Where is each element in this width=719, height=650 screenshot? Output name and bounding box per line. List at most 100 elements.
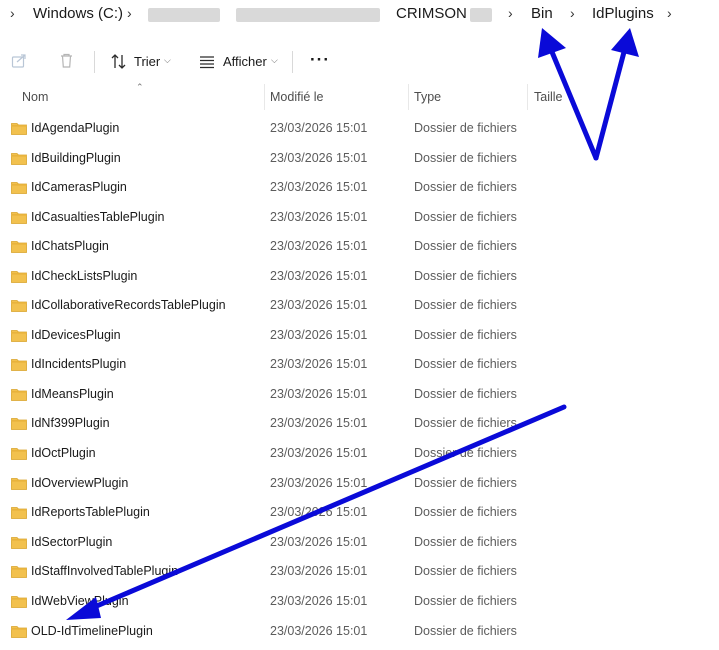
file-name[interactable]: IdCheckListsPlugin	[31, 269, 137, 283]
folder-icon	[11, 300, 27, 312]
file-modified: 23/03/2026 15:01	[270, 239, 368, 253]
file-name[interactable]: IdDevicesPlugin	[31, 328, 121, 342]
chevron-down-icon[interactable]: ⌵	[271, 55, 278, 66]
file-row[interactable]: IdReportsTablePlugin 23/03/2026 15:01 Do…	[0, 498, 719, 527]
sort-ascending-icon: ⌃	[136, 82, 144, 92]
more-options-button[interactable]: ···	[310, 50, 330, 70]
view-icon[interactable]	[199, 55, 215, 69]
folder-icon	[11, 566, 27, 578]
file-type: Dossier de fichiers	[414, 298, 517, 312]
command-bar: Trier ⌵ Afficher ⌵ ···	[0, 38, 719, 84]
folder-icon	[11, 478, 27, 490]
file-row[interactable]: IdMeansPlugin 23/03/2026 15:01 Dossier d…	[0, 380, 719, 409]
folder-icon	[11, 271, 27, 283]
file-type: Dossier de fichiers	[414, 210, 517, 224]
toolbar-divider	[94, 51, 95, 73]
file-name[interactable]: OLD-IdTimelinePlugin	[31, 624, 153, 638]
breadcrumb-bin[interactable]: Bin	[531, 5, 553, 22]
column-header-type[interactable]: Type	[414, 90, 441, 104]
file-modified: 23/03/2026 15:01	[270, 594, 368, 608]
folder-icon	[11, 448, 27, 460]
breadcrumb-idplugins[interactable]: IdPlugins	[592, 5, 654, 22]
folder-icon	[11, 507, 27, 519]
column-header-modified[interactable]: Modifié le	[270, 90, 324, 104]
column-divider[interactable]	[408, 84, 409, 110]
file-row[interactable]: IdAgendaPlugin 23/03/2026 15:01 Dossier …	[0, 114, 719, 143]
chevron-down-icon[interactable]: ⌵	[164, 55, 171, 66]
file-modified: 23/03/2026 15:01	[270, 328, 368, 342]
file-name[interactable]: IdSectorPlugin	[31, 535, 112, 549]
breadcrumb-drive[interactable]: Windows (C:)	[33, 5, 123, 22]
chevron-right-icon[interactable]: ›	[10, 5, 15, 21]
file-row[interactable]: IdCamerasPlugin 23/03/2026 15:01 Dossier…	[0, 173, 719, 202]
file-modified: 23/03/2026 15:01	[270, 564, 368, 578]
file-type: Dossier de fichiers	[414, 594, 517, 608]
folder-icon	[11, 418, 27, 430]
folder-icon	[11, 537, 27, 549]
file-modified: 23/03/2026 15:01	[270, 151, 368, 165]
file-row[interactable]: IdOctPlugin 23/03/2026 15:01 Dossier de …	[0, 439, 719, 468]
file-row[interactable]: IdCasualtiesTablePlugin 23/03/2026 15:01…	[0, 203, 719, 232]
column-header-size[interactable]: Taille	[534, 90, 563, 104]
file-row[interactable]: IdChatsPlugin 23/03/2026 15:01 Dossier d…	[0, 232, 719, 261]
redacted-path	[236, 8, 380, 22]
file-type: Dossier de fichiers	[414, 151, 517, 165]
file-row[interactable]: IdCheckListsPlugin 23/03/2026 15:01 Doss…	[0, 262, 719, 291]
sort-button[interactable]: Trier	[134, 54, 160, 69]
file-row[interactable]: IdStaffInvolvedTablePlugin 23/03/2026 15…	[0, 557, 719, 586]
file-type: Dossier de fichiers	[414, 564, 517, 578]
file-row[interactable]: IdIncidentsPlugin 23/03/2026 15:01 Dossi…	[0, 350, 719, 379]
file-name[interactable]: IdOctPlugin	[31, 446, 96, 460]
folder-icon	[11, 241, 27, 253]
redacted-path	[148, 8, 220, 22]
file-name[interactable]: IdCasualtiesTablePlugin	[31, 210, 164, 224]
file-name[interactable]: IdAgendaPlugin	[31, 121, 119, 135]
column-divider[interactable]	[527, 84, 528, 110]
chevron-right-icon[interactable]: ›	[127, 5, 132, 21]
file-name[interactable]: IdBuildingPlugin	[31, 151, 121, 165]
file-modified: 23/03/2026 15:01	[270, 210, 368, 224]
file-type: Dossier de fichiers	[414, 476, 517, 490]
file-name[interactable]: IdIncidentsPlugin	[31, 357, 126, 371]
file-modified: 23/03/2026 15:01	[270, 298, 368, 312]
file-row[interactable]: IdDevicesPlugin 23/03/2026 15:01 Dossier…	[0, 321, 719, 350]
toolbar-divider	[292, 51, 293, 73]
folder-icon	[11, 330, 27, 342]
file-row[interactable]: OLD-IdTimelinePlugin 23/03/2026 15:01 Do…	[0, 617, 719, 646]
file-modified: 23/03/2026 15:01	[270, 535, 368, 549]
chevron-right-icon[interactable]: ›	[570, 5, 575, 21]
file-type: Dossier de fichiers	[414, 416, 517, 430]
chevron-right-icon[interactable]: ›	[508, 5, 513, 21]
file-row[interactable]: IdSectorPlugin 23/03/2026 15:01 Dossier …	[0, 528, 719, 557]
file-modified: 23/03/2026 15:01	[270, 269, 368, 283]
file-row[interactable]: IdOverviewPlugin 23/03/2026 15:01 Dossie…	[0, 469, 719, 498]
column-divider[interactable]	[264, 84, 265, 110]
file-modified: 23/03/2026 15:01	[270, 121, 368, 135]
file-row[interactable]: IdNf399Plugin 23/03/2026 15:01 Dossier d…	[0, 409, 719, 438]
file-name[interactable]: IdReportsTablePlugin	[31, 505, 150, 519]
file-name[interactable]: IdStaffInvolvedTablePlugin	[31, 564, 178, 578]
file-modified: 23/03/2026 15:01	[270, 387, 368, 401]
file-name[interactable]: IdChatsPlugin	[31, 239, 109, 253]
file-type: Dossier de fichiers	[414, 239, 517, 253]
file-row[interactable]: IdCollaborativeRecordsTablePlugin 23/03/…	[0, 291, 719, 320]
file-name[interactable]: IdOverviewPlugin	[31, 476, 128, 490]
file-type: Dossier de fichiers	[414, 535, 517, 549]
file-type: Dossier de fichiers	[414, 328, 517, 342]
file-type: Dossier de fichiers	[414, 624, 517, 638]
file-name[interactable]: IdMeansPlugin	[31, 387, 114, 401]
file-row[interactable]: IdWebViewPlugin 23/03/2026 15:01 Dossier…	[0, 587, 719, 616]
file-type: Dossier de fichiers	[414, 269, 517, 283]
trash-icon[interactable]	[58, 52, 75, 69]
column-header-name[interactable]: Nom	[22, 90, 48, 104]
chevron-right-icon[interactable]: ›	[667, 5, 672, 21]
file-name[interactable]: IdCamerasPlugin	[31, 180, 127, 194]
view-button[interactable]: Afficher	[223, 54, 267, 69]
file-name[interactable]: IdNf399Plugin	[31, 416, 110, 430]
sort-icon[interactable]	[110, 53, 127, 70]
breadcrumb: › Windows (C:) › CRIMSON 8. › Bin › IdPl…	[0, 0, 719, 39]
file-name[interactable]: IdWebViewPlugin	[31, 594, 129, 608]
share-icon[interactable]	[11, 52, 28, 69]
file-name[interactable]: IdCollaborativeRecordsTablePlugin	[31, 298, 226, 312]
file-row[interactable]: IdBuildingPlugin 23/03/2026 15:01 Dossie…	[0, 144, 719, 173]
